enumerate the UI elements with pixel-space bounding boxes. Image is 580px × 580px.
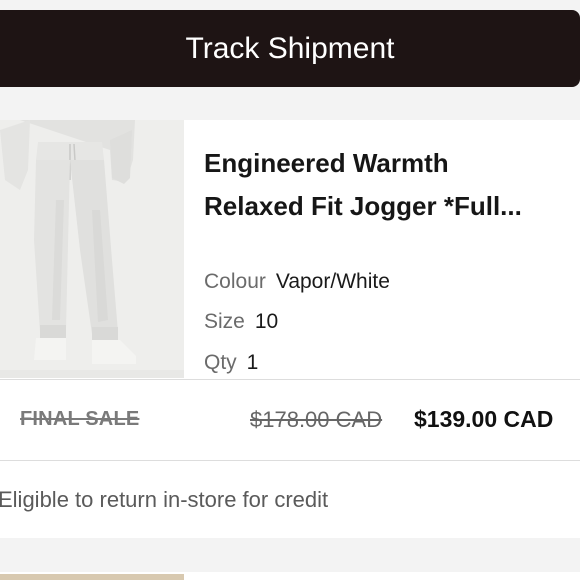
- sale-price: $139.00 CAD: [414, 406, 554, 432]
- size-label: Size: [204, 310, 245, 333]
- qty-row: Qty 1: [204, 351, 258, 375]
- colour-label: Colour: [204, 270, 266, 293]
- product-photo-icon: [0, 120, 184, 378]
- qty-value: 1: [246, 351, 259, 374]
- final-sale-label: FINAL SALE: [20, 408, 140, 430]
- size-value: 10: [254, 310, 279, 333]
- original-price: $178.00 CAD: [250, 407, 383, 432]
- next-product-image[interactable]: [0, 574, 184, 580]
- track-shipment-button[interactable]: Track Shipment: [0, 10, 580, 87]
- order-item-card: Engineered Warmth Relaxed Fit Jogger *Fu…: [0, 120, 580, 538]
- qty-label: Qty: [204, 351, 237, 374]
- divider: [0, 460, 580, 461]
- track-shipment-label: Track Shipment: [185, 31, 395, 65]
- product-image[interactable]: [0, 120, 184, 378]
- product-info: Engineered Warmth Relaxed Fit Jogger *Fu…: [204, 142, 574, 228]
- divider: [0, 379, 580, 380]
- product-name-line-2: Relaxed Fit Jogger *Full...: [204, 191, 522, 221]
- product-name-line-1: Engineered Warmth: [204, 148, 449, 178]
- return-policy-text: Eligible to return in-store for credit: [0, 487, 329, 512]
- product-name[interactable]: Engineered Warmth Relaxed Fit Jogger *Fu…: [204, 142, 564, 228]
- size-row: Size 10: [204, 310, 278, 334]
- colour-value: Vapor/White: [275, 270, 390, 293]
- colour-row: Colour Vapor/White: [204, 270, 390, 294]
